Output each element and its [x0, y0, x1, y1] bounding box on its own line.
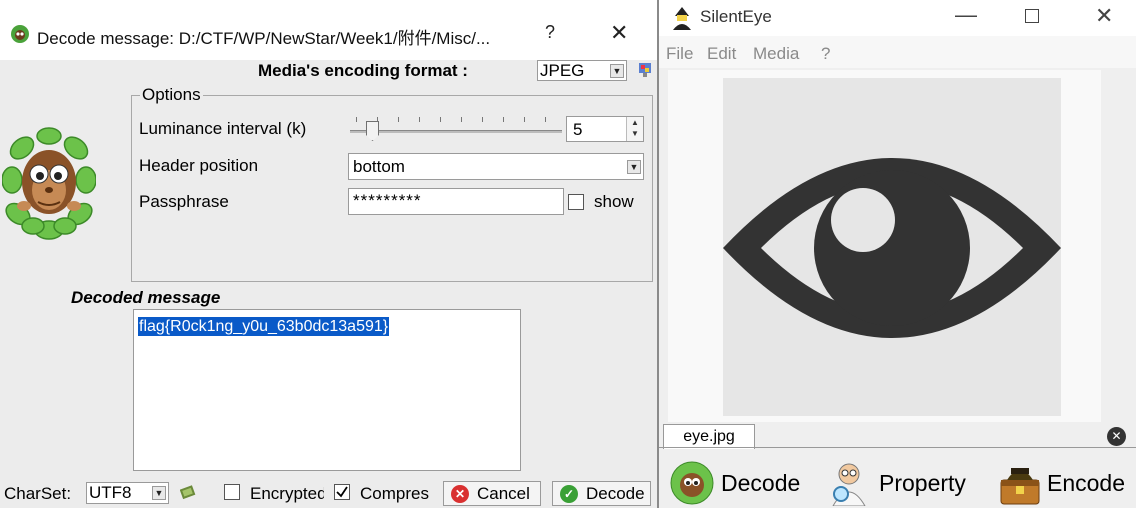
luminance-value: 5	[573, 120, 583, 139]
window-close-button[interactable]: ✕	[1095, 3, 1113, 29]
decode-action-label: Decode	[721, 470, 801, 496]
dialog-title: Decode message: D:/CTF/WP/NewStar/Week1/…	[37, 29, 491, 48]
menu-file[interactable]: File	[666, 44, 693, 64]
show-checkbox[interactable]	[568, 194, 584, 210]
decoded-message-label: Decoded message	[71, 288, 221, 307]
format-settings-icon[interactable]	[638, 62, 652, 78]
options-title: Options	[140, 85, 203, 105]
media-format-select[interactable]: JPEG ▼	[537, 60, 627, 81]
luminance-label: Luminance interval (k)	[139, 119, 307, 138]
chevron-down-icon: ▼	[610, 64, 624, 78]
media-format-value: JPEG	[540, 61, 585, 80]
tab-divider	[659, 447, 1136, 448]
decode-button[interactable]: ✓ Decode	[552, 481, 651, 506]
doctor-icon	[832, 463, 866, 506]
encode-action-label: Encode	[1047, 470, 1126, 496]
charset-value: UTF8	[89, 483, 132, 502]
check-circle-icon: ✓	[560, 485, 578, 503]
passphrase-input[interactable]: *********	[348, 188, 564, 215]
property-action-label: Property	[879, 470, 966, 496]
minimize-button[interactable]: —	[955, 2, 977, 28]
eye-icon	[723, 158, 1061, 338]
decoded-message-textarea[interactable]: flag{R0ck1ng_y0u_63b0dc13a591}	[133, 309, 521, 471]
charset-label: CharSet:	[4, 484, 72, 503]
decode-dialog: Decode message: D:/CTF/WP/NewStar/Week1/…	[0, 0, 657, 508]
cancel-icon: ✕	[451, 485, 469, 503]
media-format-label: Media's encoding format :	[258, 61, 468, 80]
decode-mascot-icon	[670, 461, 714, 505]
chevron-down-icon: ▼	[152, 486, 166, 500]
chest-icon	[1000, 468, 1040, 505]
app-icon	[11, 25, 29, 43]
encrypted-checkbox[interactable]	[224, 484, 240, 500]
header-position-value: bottom	[353, 157, 405, 176]
menu-help[interactable]: ?	[821, 44, 830, 64]
main-title: SilentEye	[700, 7, 772, 26]
decoded-message-text: flag{R0ck1ng_y0u_63b0dc13a591}	[138, 317, 390, 336]
media-image	[723, 78, 1061, 416]
encode-action-button[interactable]: Encode	[997, 460, 1135, 506]
charset-info-icon[interactable]	[180, 484, 196, 500]
image-viewer	[668, 70, 1101, 422]
luminance-spinbox[interactable]: 5 ▲ ▼	[566, 116, 644, 142]
luminance-slider[interactable]	[350, 130, 562, 133]
decode-action-button[interactable]: Decode	[669, 460, 819, 506]
cancel-button[interactable]: ✕ Cancel	[443, 481, 541, 506]
compress-label: Compres	[360, 484, 429, 503]
charset-select[interactable]: UTF8 ▼	[86, 482, 169, 504]
cancel-button-label: Cancel	[477, 484, 530, 503]
menu-edit[interactable]: Edit	[707, 44, 736, 64]
passphrase-label: Passphrase	[139, 192, 229, 211]
menu-bar: File Edit Media ?	[659, 36, 1136, 68]
silenteye-window: SilentEye — ✕ File Edit Media ? eye.jpg …	[657, 0, 1136, 508]
close-button[interactable]: ✕	[610, 20, 628, 46]
compress-checkbox[interactable]	[334, 484, 350, 500]
silenteye-logo-icon	[673, 7, 691, 30]
show-label: show	[594, 192, 634, 211]
help-button[interactable]: ?	[545, 22, 555, 43]
property-action-button[interactable]: Property	[825, 460, 985, 506]
encrypted-label: Encrypted	[250, 484, 324, 503]
close-tab-icon[interactable]: ✕	[1107, 427, 1126, 446]
header-position-select[interactable]: bottom ▼	[348, 153, 644, 180]
chevron-down-icon: ▼	[627, 160, 641, 174]
file-tab[interactable]: eye.jpg	[663, 424, 755, 449]
spin-arrows-icon[interactable]: ▲ ▼	[626, 117, 643, 141]
menu-media[interactable]: Media	[753, 44, 799, 64]
check-icon	[336, 486, 348, 498]
maximize-button[interactable]	[1025, 9, 1039, 23]
decode-button-label: Decode	[586, 484, 645, 503]
header-position-label: Header position	[139, 156, 259, 175]
mascot-logo	[2, 127, 96, 240]
